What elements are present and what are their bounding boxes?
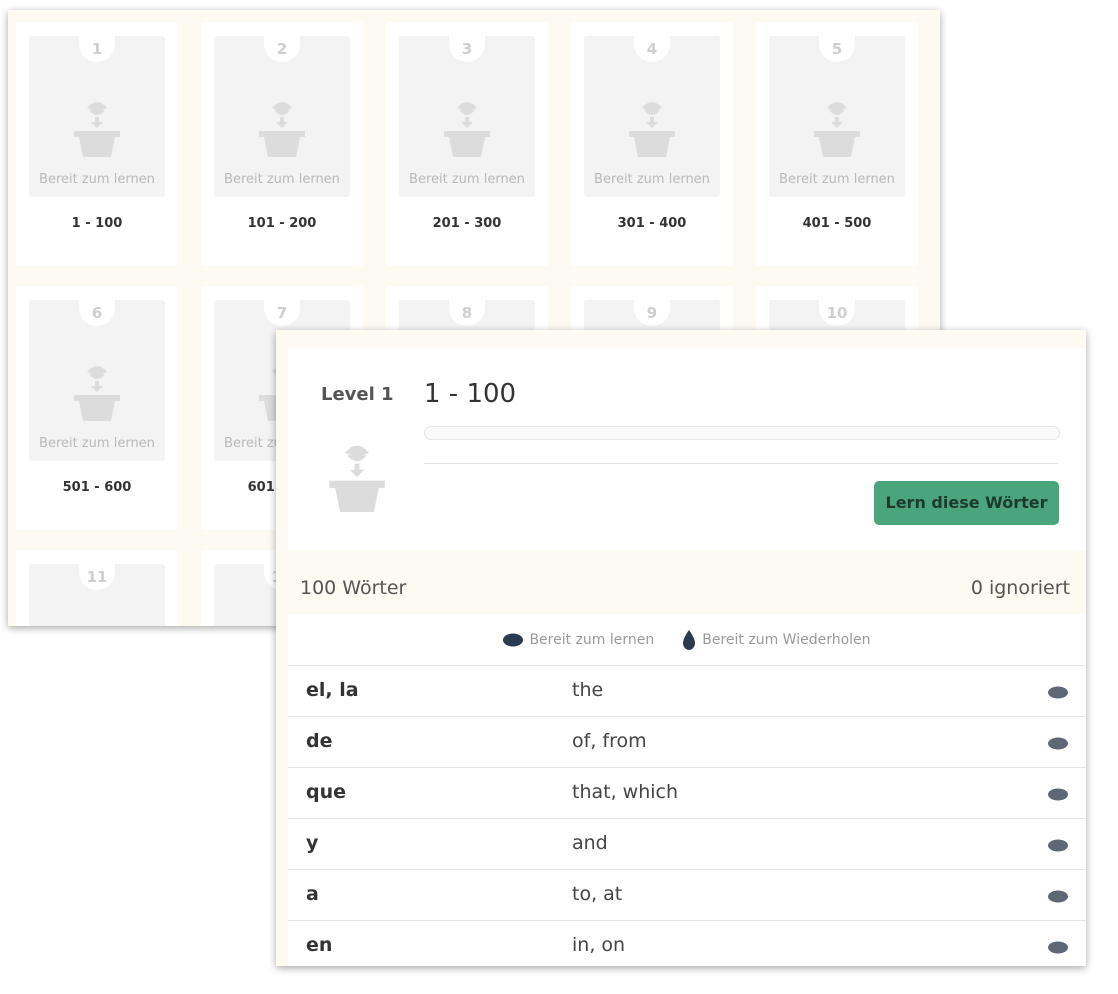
card-number: 4 [634,30,670,62]
card-number: 1 [79,30,115,62]
word-definition: in, on [572,934,626,956]
card-number: 10 [819,294,855,326]
card-thumbnail: 11 [29,558,165,626]
card-range: 1 - 100 [71,216,123,231]
level-label: Level 1 [321,384,394,405]
card-range: 301 - 400 [617,216,687,231]
card-thumbnail: 3 Bereit zum lernen [399,30,535,197]
card-status: Bereit zum lernen [224,172,340,187]
word-row[interactable]: y and [288,819,1086,870]
word-definition: that, which [572,781,679,803]
card-number: 6 [79,294,115,326]
card-number: 9 [634,294,670,326]
legend-ready-to-learn: Bereit zum lernen [503,632,654,648]
word-term: y [306,832,319,854]
word-row[interactable]: en in, on [288,921,1086,966]
word-definition: and [572,832,608,854]
word-row[interactable]: a to, at [288,870,1086,921]
legend-label: Bereit zum lernen [529,631,655,648]
card-status: Bereit zum lernen [594,172,710,187]
plant-pot-icon [74,366,120,421]
seed-icon[interactable] [1048,941,1068,954]
level-card[interactable]: 3 Bereit zum lernen 201 - 300 [386,22,548,266]
card-thumbnail: 6 Bereit zum lernen [29,294,165,461]
plant-pot-icon [814,102,860,157]
card-number: 11 [79,558,115,590]
card-number: 2 [264,30,300,62]
plant-pot-icon [444,102,490,157]
word-count: 100 Wörter [300,577,407,599]
level-card[interactable]: 5 Bereit zum lernen 401 - 500 [756,22,918,266]
card-number: 5 [819,30,855,62]
card-status: Bereit zum lernen [39,172,155,187]
plant-pot-icon [74,102,120,157]
word-definition: to, at [572,883,623,905]
card-range: 401 - 500 [802,216,872,231]
word-term: en [306,934,333,956]
seed-icon[interactable] [1048,788,1068,801]
card-status: Bereit zum lernen [779,172,895,187]
card-range: 101 - 200 [247,216,317,231]
word-term: el, la [306,679,359,701]
card-status: Bereit zum lernen [39,436,155,451]
card-range: 201 - 300 [432,216,502,231]
card-number: 8 [449,294,485,326]
level-card[interactable]: 11 [16,550,178,626]
learn-words-button[interactable]: Lern diese Wörter [874,481,1059,525]
seed-icon[interactable] [1048,686,1068,699]
word-term: de [306,730,333,752]
word-definition: of, from [572,730,647,752]
level-detail-screen: Level 1 1 - 100 Lern diese Wörter 100 Wö… [276,330,1086,966]
legend-ready-to-review: Bereit zum Wiederholen [682,629,871,650]
word-list: Bereit zum lernen Bereit zum Wiederholen… [288,614,1086,966]
word-row[interactable]: que that, which [288,768,1086,819]
ignored-count[interactable]: 0 ignoriert [971,577,1070,599]
level-card[interactable]: 6 Bereit zum lernen 501 - 600 [16,286,178,530]
word-definition: the [572,679,604,701]
seed-icon[interactable] [1048,890,1068,903]
plant-pot-icon [259,102,305,157]
card-thumbnail: 5 Bereit zum lernen [769,30,905,197]
seed-icon[interactable] [1048,737,1068,750]
card-range: 501 - 600 [62,480,132,495]
range-title: 1 - 100 [424,379,517,409]
level-detail-panel: Level 1 1 - 100 Lern diese Wörter [288,348,1086,551]
word-term: que [306,781,347,803]
legend-label: Bereit zum Wiederholen [702,631,871,648]
word-row[interactable]: el, la the [288,666,1086,717]
word-term: a [306,883,319,905]
card-status: Bereit zum lernen [409,172,525,187]
level-card[interactable]: 2 Bereit zum lernen 101 - 200 [201,22,363,266]
seed-icon [503,633,524,646]
level-card[interactable]: 1 Bereit zum lernen 1 - 100 [16,22,178,266]
plant-pot-icon [329,445,385,513]
card-number: 3 [449,30,485,62]
seed-icon[interactable] [1048,839,1068,852]
card-thumbnail: 4 Bereit zum lernen [584,30,720,197]
word-row[interactable]: de of, from [288,717,1086,768]
water-drop-icon [683,629,696,650]
card-thumbnail: 2 Bereit zum lernen [214,30,350,197]
level-card[interactable]: 4 Bereit zum lernen 301 - 400 [571,22,733,266]
plant-pot-icon [629,102,675,157]
divider [424,463,1058,464]
status-legend: Bereit zum lernen Bereit zum Wiederholen [288,614,1086,666]
card-thumbnail: 1 Bereit zum lernen [29,30,165,197]
progress-bar [424,426,1060,440]
card-number: 7 [264,294,300,326]
